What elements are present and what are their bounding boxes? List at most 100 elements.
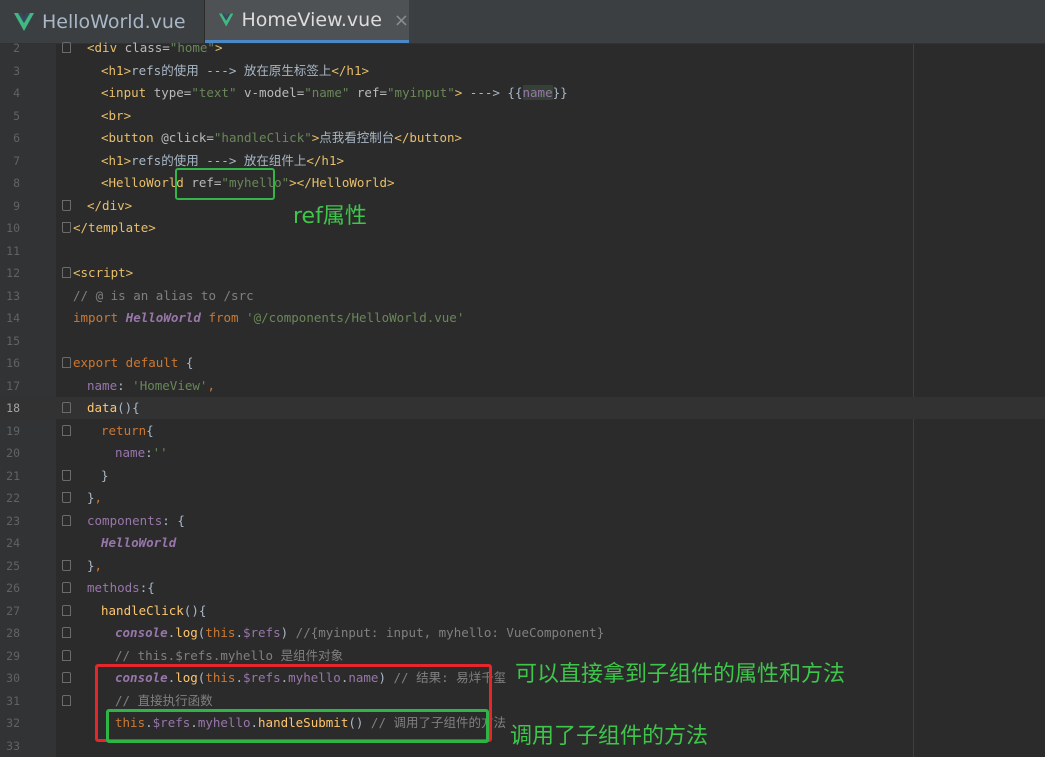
call-method-highlight-box: [106, 709, 489, 743]
code-line[interactable]: 20 name:'': [0, 442, 1045, 464]
code-line[interactable]: 5 <br>: [0, 105, 1045, 127]
code-token: HelloWorld: [125, 310, 201, 325]
code-line[interactable]: 24 HelloWorld: [0, 532, 1045, 554]
code-token: name: [115, 445, 146, 460]
code-token: this: [205, 625, 236, 640]
code-token: (){: [183, 602, 207, 618]
code-token: "text": [191, 85, 237, 100]
fold-toggle-icon[interactable]: [62, 469, 71, 481]
code-token: methods: [87, 580, 140, 595]
code-token: </template>: [73, 220, 156, 235]
line-number: 23: [6, 513, 20, 528]
code-line[interactable]: 23 components: {: [0, 510, 1045, 532]
line-number: 13: [6, 288, 20, 303]
fold-toggle-icon[interactable]: [62, 582, 71, 593]
code-line[interactable]: 15: [0, 330, 1045, 352]
code-editor[interactable]: 2 <div class="home"> 3 <h1>refs的使用 ---> 放在原…: [0, 40, 1045, 757]
ide-window: HelloWorld.vue HomeView.vue × 2 <div clas…: [0, 0, 1045, 757]
code-token: <br>: [101, 107, 132, 123]
ref-attribute-highlight-box: [175, 168, 275, 200]
code-text: <script>: [73, 262, 133, 284]
line-number: 3: [13, 63, 20, 78]
code-token: {: [185, 355, 194, 370]
code-line[interactable]: 6 <button @click="handleClick">点我看控制台</bu…: [0, 127, 1045, 149]
fold-toggle-icon[interactable]: [62, 694, 71, 706]
code-text: console.log(this.$refs) //{myinput: inpu…: [115, 622, 604, 644]
fold-toggle-icon[interactable]: [62, 492, 71, 503]
code-token: </button>: [394, 130, 463, 145]
fold-toggle-icon[interactable]: [62, 559, 71, 571]
code-line[interactable]: 21}: [0, 465, 1045, 487]
fold-toggle-icon[interactable]: [62, 604, 71, 616]
code-token: log: [175, 625, 198, 640]
fold-toggle-icon[interactable]: [62, 42, 71, 53]
code-line[interactable]: 26 methods:{: [0, 577, 1045, 599]
code-token: </h1>: [331, 62, 370, 78]
code-token: $refs: [242, 625, 281, 640]
code-text: </div>: [87, 195, 132, 217]
code-token: class=: [124, 40, 170, 55]
code-line[interactable]: 28 console.log(this.$refs) //{myinput: in…: [0, 622, 1045, 644]
code-line[interactable]: 9 </div>: [0, 195, 1045, 217]
line-number: 16: [6, 356, 20, 370]
code-token: <input: [101, 85, 154, 100]
fold-toggle-icon[interactable]: [62, 627, 71, 638]
fold-toggle-icon[interactable]: [62, 424, 71, 436]
line-number: 6: [13, 131, 20, 145]
fold-toggle-icon[interactable]: [62, 267, 71, 278]
fold-toggle-icon[interactable]: [62, 672, 71, 683]
code-token: ref=: [349, 85, 388, 100]
code-line[interactable]: 17 name: 'HomeView',: [0, 375, 1045, 397]
code-token: .: [235, 625, 243, 640]
line-number: 8: [13, 176, 20, 190]
code-line[interactable]: 12 <script>: [0, 262, 1045, 284]
code-token: 'HomeView': [132, 377, 208, 393]
code-token: components: [87, 512, 163, 528]
code-line[interactable]: 19 return{: [0, 420, 1045, 442]
fold-toggle-icon[interactable]: [62, 402, 71, 413]
code-line[interactable]: 14 import HelloWorld from '@/components/H…: [0, 307, 1045, 329]
code-text: methods:{: [87, 577, 155, 599]
fold-toggle-icon[interactable]: [62, 514, 71, 526]
code-text: name: 'HomeView',: [87, 375, 215, 397]
fold-toggle-icon[interactable]: [62, 222, 71, 233]
code-line[interactable]: 4 <input type="text" v-model="name" ref="…: [0, 82, 1045, 104]
call-method-note: 调用了子组件的方法: [510, 724, 709, 749]
code-token: ,: [207, 377, 215, 393]
line-number: 33: [6, 738, 20, 753]
code-token: "myinput": [387, 85, 455, 100]
code-text: <input type="text" v-model="name" ref="m…: [101, 82, 568, 104]
code-line[interactable]: 13 // @ is an alias to /src: [0, 285, 1045, 307]
fold-toggle-icon[interactable]: [62, 649, 71, 661]
code-line[interactable]: 22},: [0, 487, 1045, 509]
line-number: 14: [6, 311, 20, 325]
line-number: 11: [6, 243, 20, 258]
code-token: import: [73, 310, 126, 325]
code-text: <div class="home">: [87, 37, 222, 59]
code-line[interactable]: 3 <h1>refs的使用 ---> 放在原生标签上</h1>: [0, 60, 1045, 82]
code-token: ></HelloWorld>: [289, 175, 395, 190]
code-token: from: [200, 310, 247, 325]
line-number: 10: [6, 221, 20, 235]
code-token: refs的使用 ---> 放在组件上: [131, 152, 307, 168]
code-line[interactable]: 11: [0, 240, 1045, 262]
code-line[interactable]: 2 <div class="home">: [0, 37, 1045, 59]
code-token: {: [146, 422, 154, 438]
code-line[interactable]: 7 <h1>refs的使用 ---> 放在组件上</h1>: [0, 150, 1045, 172]
close-tab-icon[interactable]: ×: [394, 10, 409, 31]
code-line[interactable]: 8 <HelloWorld ref="myhello"></HelloWorld>: [0, 172, 1045, 194]
fold-toggle-icon[interactable]: [62, 199, 71, 211]
code-line[interactable]: 16 export default {: [0, 352, 1045, 374]
code-token: //{myinput: input, myhello: VueComponent…: [295, 625, 605, 640]
fold-toggle-icon[interactable]: [62, 357, 71, 368]
code-text: name:'': [115, 442, 168, 464]
code-line[interactable]: 27 handleClick(){: [0, 600, 1045, 622]
code-line[interactable]: 10 </template>: [0, 217, 1045, 239]
code-token: console: [115, 625, 168, 640]
code-text: <h1>refs的使用 ---> 放在原生标签上</h1>: [101, 60, 369, 82]
line-number: 22: [6, 491, 20, 505]
code-text: handleClick(){: [101, 600, 206, 622]
code-line[interactable]: 18 data(){: [0, 397, 1045, 419]
code-line[interactable]: 25},: [0, 555, 1045, 577]
code-token: <h1>: [101, 152, 132, 168]
